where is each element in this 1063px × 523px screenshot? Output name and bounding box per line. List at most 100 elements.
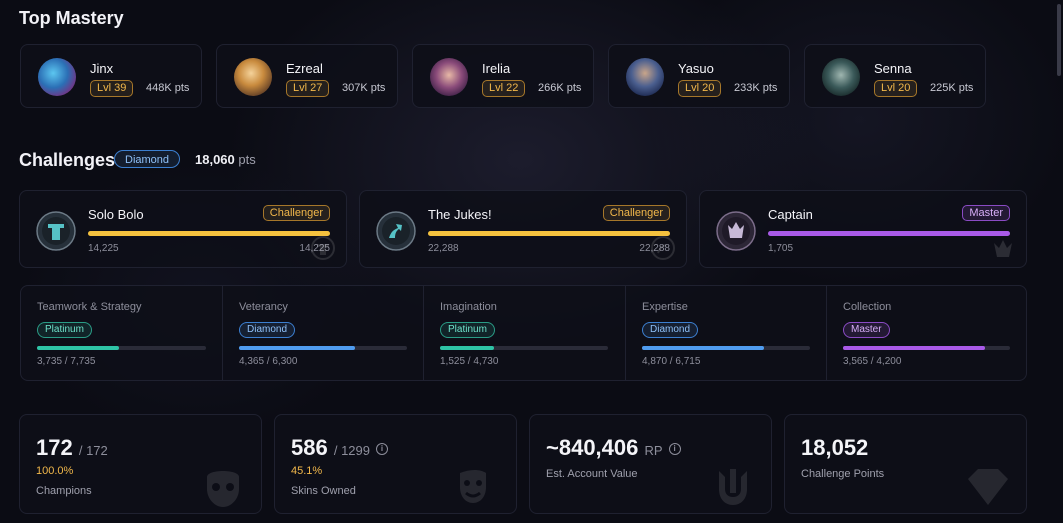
category-progress-text: 3,565 / 4,200 <box>843 356 902 367</box>
stat-percent: 45.1% <box>291 465 323 477</box>
watermark-icon <box>311 236 335 260</box>
stat-value: 586 / 1299 i <box>291 435 388 461</box>
challenge-progress-bar <box>768 231 1010 236</box>
mastery-card-yasuo[interactable]: Yasuo Lvl 20 233K pts <box>608 44 790 108</box>
champion-name: Senna <box>874 61 912 76</box>
category-progress-fill <box>642 346 764 350</box>
stat-value-number: 18,052 <box>801 435 869 460</box>
category-progress-bar <box>843 346 1010 350</box>
mastery-card-irelia[interactable]: Irelia Lvl 22 266K pts <box>412 44 594 108</box>
stat-label: Challenge Points <box>801 468 885 480</box>
stat-value-total: / 172 <box>78 443 108 458</box>
stat-value-number: ~840,406 <box>546 435 639 460</box>
category-name: Collection <box>843 301 892 313</box>
category-collection[interactable]: Collection Master 3,565 / 4,200 <box>826 286 1026 380</box>
category-progress-bar <box>642 346 810 350</box>
challenge-progress-fill <box>428 231 670 236</box>
stat-card-skins: 586 / 1299 i 45.1% Skins Owned <box>274 414 517 514</box>
category-progress-fill <box>843 346 985 350</box>
challenge-progress-fill <box>88 231 330 236</box>
champion-name: Yasuo <box>678 61 714 76</box>
stat-card-challenge-points: 18,052 Challenge Points <box>784 414 1027 514</box>
stat-card-champions: 172 / 172 100.0% Champions <box>19 414 262 514</box>
stat-value: ~840,406 RP i <box>546 435 681 461</box>
mastery-level-badge: Lvl 20 <box>678 80 722 97</box>
mastery-title: Top Mastery <box>19 8 124 28</box>
watermark-icon <box>651 236 675 260</box>
category-imagination[interactable]: Imagination Platinum 1,525 / 4,730 <box>423 286 625 380</box>
challenge-card-solo-bolo[interactable]: Solo Bolo Challenger 14,225 14,225 <box>19 190 347 268</box>
category-progress-bar <box>37 346 206 350</box>
challenge-progress-bar <box>88 231 330 236</box>
category-name: Teamwork & Strategy <box>37 301 142 313</box>
champion-name: Ezreal <box>286 61 323 76</box>
challenge-tier-badge: Master <box>962 205 1010 221</box>
champion-avatar <box>234 58 272 96</box>
category-progress-bar <box>239 346 407 350</box>
mastery-card-ezreal[interactable]: Ezreal Lvl 27 307K pts <box>216 44 398 108</box>
category-progress-fill <box>37 346 119 350</box>
mastery-points: 225K pts <box>930 82 974 94</box>
champion-name: Jinx <box>90 61 114 76</box>
stat-label: Champions <box>36 485 92 497</box>
category-tier-badge: Platinum <box>37 322 92 338</box>
category-progress-fill <box>440 346 495 350</box>
mask-icon <box>207 471 239 507</box>
challenge-name: Solo Bolo <box>88 207 144 222</box>
mastery-level-badge: Lvl 39 <box>90 80 134 97</box>
challenge-name: Captain <box>768 207 813 222</box>
champion-avatar <box>626 58 664 96</box>
category-tier-badge: Master <box>843 322 890 338</box>
info-icon[interactable]: i <box>376 443 388 456</box>
scrollbar[interactable] <box>1057 4 1061 76</box>
challenges-tier-badge: Diamond <box>114 150 181 168</box>
champion-name: Irelia <box>482 61 511 76</box>
stat-currency: RP <box>644 443 663 458</box>
mastery-points: 266K pts <box>538 82 582 94</box>
challenge-current-value: 1,705 <box>768 243 794 254</box>
captain-icon <box>716 211 756 251</box>
mastery-points: 307K pts <box>342 82 386 94</box>
mastery-level-badge: Lvl 20 <box>874 80 918 97</box>
category-progress-text: 4,365 / 6,300 <box>239 356 298 367</box>
stat-percent: 100.0% <box>36 465 74 477</box>
challenge-categories-panel: Teamwork & Strategy Platinum 3,735 / 7,7… <box>20 285 1027 381</box>
mastery-points: 233K pts <box>734 82 778 94</box>
challenge-tier-badge: Challenger <box>602 205 670 221</box>
trident-icon <box>719 469 747 505</box>
category-tier-badge: Diamond <box>642 322 699 338</box>
category-expertise[interactable]: Expertise Diamond 4,870 / 6,715 <box>625 286 826 380</box>
info-icon[interactable]: i <box>668 443 681 456</box>
category-veterancy[interactable]: Veterancy Diamond 4,365 / 6,300 <box>222 286 423 380</box>
category-name: Imagination <box>440 301 497 313</box>
challenge-card-the-jukes[interactable]: The Jukes! Challenger 22,288 22,288 <box>359 190 687 268</box>
category-progress-bar <box>440 346 608 350</box>
stat-value-number: 586 <box>291 435 328 460</box>
challenge-name: The Jukes! <box>428 207 492 222</box>
category-progress-fill <box>239 346 356 350</box>
mastery-level-badge: Lvl 22 <box>482 80 526 97</box>
challenges-points-unit: pts <box>238 152 256 167</box>
challenges-title: Challenges <box>19 150 116 170</box>
category-name: Veterancy <box>239 301 288 313</box>
mastery-card-senna[interactable]: Senna Lvl 20 225K pts <box>804 44 986 108</box>
champion-avatar <box>38 58 76 96</box>
mastery-level-badge: Lvl 27 <box>286 80 330 97</box>
challenges-points-value: 18,060 <box>195 152 235 167</box>
category-teamwork-strategy[interactable]: Teamwork & Strategy Platinum 3,735 / 7,7… <box>21 286 222 380</box>
solo-bolo-icon <box>36 211 76 251</box>
mastery-card-jinx[interactable]: Jinx Lvl 39 448K pts <box>20 44 202 108</box>
theater-masks-icon <box>460 470 486 503</box>
challenges-points: 18,060 pts <box>195 152 256 167</box>
category-progress-text: 3,735 / 7,735 <box>37 356 96 367</box>
champion-avatar <box>430 58 468 96</box>
category-tier-badge: Diamond <box>239 322 296 338</box>
challenge-card-captain[interactable]: Captain Master 1,705 <box>699 190 1027 268</box>
stat-value-number: 172 <box>36 435 73 460</box>
watermark-icon <box>994 240 1012 257</box>
gem-icon <box>968 469 1008 505</box>
stat-value: 18,052 <box>801 435 868 461</box>
champion-avatar <box>822 58 860 96</box>
category-progress-text: 4,870 / 6,715 <box>642 356 701 367</box>
stat-label: Skins Owned <box>291 485 356 497</box>
